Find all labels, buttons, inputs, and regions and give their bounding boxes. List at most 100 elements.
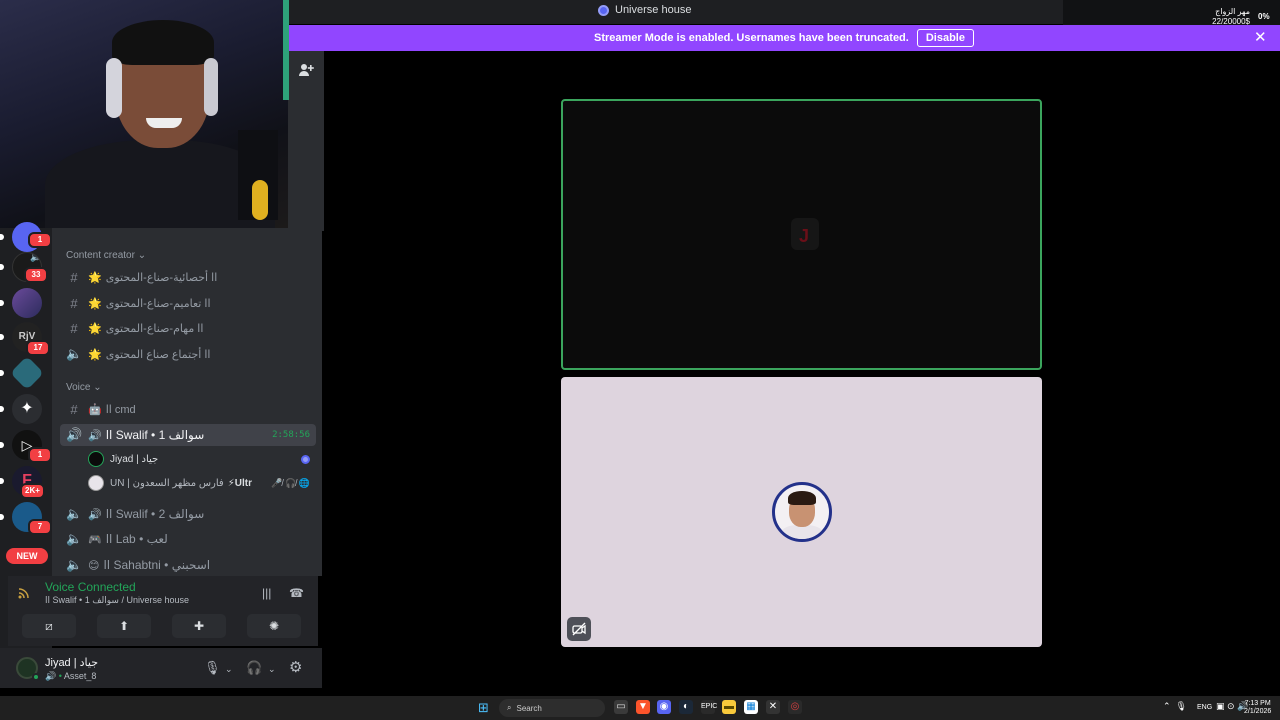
close-banner-icon[interactable]: ✕ [1254, 30, 1267, 45]
file-app-icon[interactable]: ▭ [614, 700, 628, 714]
channel-emoji: 🔊 [88, 429, 102, 442]
language-indicator[interactable]: ENG [1197, 704, 1212, 711]
channel-name: اا Swalif • سوالف 1 [105, 428, 205, 442]
channel-emoji: 🤖 [88, 403, 102, 416]
gear-icon[interactable]: ⚙ [289, 658, 302, 676]
tiktok-logo-svg: J [791, 218, 819, 250]
screen-share-button[interactable]: ⬆ [97, 614, 151, 638]
discord-app-icon[interactable]: ◉ [657, 700, 671, 714]
brave-browser-icon[interactable]: ▼ [636, 700, 650, 714]
obs-app-icon[interactable]: ◎ [788, 700, 802, 714]
webcam-smile [146, 118, 182, 128]
streamer-mode-banner: Streamer Mode is enabled. Usernames have… [288, 25, 1280, 51]
channel-emoji: 😊 [88, 559, 100, 572]
file-explorer-icon[interactable]: ▬ [722, 700, 736, 714]
channel-stats[interactable]: # 🌟 اا أحصائية-صناع-المحتوى [60, 266, 316, 288]
avatar [88, 451, 104, 467]
windows-start-icon[interactable]: ⊞ [478, 701, 492, 715]
online-status-icon [32, 673, 40, 681]
channel-announcements[interactable]: # 🌟 اا تعاميم-صناع-المحتوى [60, 292, 316, 314]
voice-channel-icon: 🔈 [66, 531, 83, 546]
chevron-down-icon[interactable]: ⌄ [225, 664, 233, 675]
noise-suppression-icon[interactable]: ||| [262, 586, 271, 600]
member-name: Jiyad | جياد [110, 453, 159, 465]
category-voice[interactable]: Voice ⌄ [66, 382, 102, 393]
add-member-icon[interactable] [298, 62, 314, 78]
voice-channel-icon: 🔈 [66, 506, 83, 521]
channel-name: اا Sahabtni • اسحبني [103, 558, 211, 572]
voice-channel-swalif-1[interactable]: 🔊 🔊 اا Swalif • سوالف 1 2:58:56 [60, 424, 316, 446]
channel-name: اا Lab • لعب [105, 532, 168, 546]
user-status: 🔊 • Asset_8 [45, 671, 96, 682]
donation-goal-name: مهر الزواج [1215, 7, 1250, 16]
mic-icon[interactable]: 🎙 [204, 660, 221, 676]
channel-cmd[interactable]: # 🤖 اا cmd [60, 398, 316, 420]
webcam-mic [252, 180, 268, 220]
camera-off-icon: ⧄ [45, 618, 53, 633]
epic-games-icon[interactable]: EPIC [701, 700, 717, 714]
soundboard-icon: ✺ [268, 619, 280, 633]
category-label: Content creator [66, 250, 135, 261]
text-channel-icon: # [70, 320, 78, 336]
channel-name: اا تعاميم-صناع-المحتوى [105, 297, 211, 310]
camera-off-button[interactable]: ⧄ [22, 614, 76, 638]
connection-signal-icon[interactable] [18, 587, 32, 601]
channel-emoji: 🌟 [88, 322, 102, 335]
voice-channel-sahabtni[interactable]: 🔈 😊 اا Sahabtni • اسحبني [60, 554, 316, 576]
channel-emoji: 🌟 [88, 271, 102, 284]
clock-date: 2/1/2026 [1244, 708, 1272, 715]
disable-streamer-mode-button[interactable]: Disable [916, 29, 974, 47]
headphones-icon[interactable]: 🎧 [246, 660, 262, 676]
activities-button[interactable]: ✚ [172, 614, 226, 638]
banner-text: Streamer Mode is enabled. Usernames have… [594, 32, 909, 44]
text-channel-icon: # [70, 269, 78, 285]
server-icon [598, 4, 609, 16]
voice-channel-location[interactable]: اا Swalif • سوالف 1 / Universe house [45, 595, 189, 606]
voice-member[interactable]: UN | فارس مظهر السعدون ⚡Ultr 🎤̸ 🎧̸ 🌐 [88, 473, 318, 493]
status-icons: 🔊 • [45, 671, 64, 681]
activities-icon: ✚ [193, 619, 205, 633]
voice-channel-icon: 🔈 [66, 346, 83, 361]
member-tag: ⚡Ultr [227, 477, 252, 489]
signal-svg [18, 588, 29, 599]
chevron-down-icon: ⌄ [137, 250, 147, 261]
chevron-down-icon[interactable]: ⌄ [268, 664, 276, 675]
channel-name: اا مهام-صناع-المحتوى [105, 322, 204, 335]
channel-emoji: 🌟 [88, 297, 102, 310]
server-badge-1: 1 [28, 232, 52, 248]
taskbar-clock[interactable]: 7:13 PM 2/1/2026 [1244, 700, 1271, 716]
muted-deafened-icons: 🎤̸ 🎧̸ 🌐 [271, 477, 310, 488]
channel-name: اا cmd [105, 403, 136, 416]
server-icon-6[interactable]: ✦ [12, 394, 42, 424]
taskbar-search[interactable]: ⌕ Search [499, 699, 605, 717]
user-status-text: Asset_8 [63, 671, 97, 681]
window-title-text: Universe house [615, 4, 692, 16]
voice-channel-swalif-2[interactable]: 🔈 🔊 اا Swalif • سوالف 2 [60, 503, 316, 525]
channel-tasks[interactable]: # 🌟 اا مهام-صناع-المحتوى [60, 317, 316, 339]
voice-connected-label[interactable]: Voice Connected [45, 580, 136, 594]
add-member-svg [299, 64, 314, 76]
disconnect-icon[interactable]: ☎ [289, 586, 304, 600]
channel-name: اا أحصائية-صناع-المحتوى [105, 271, 218, 284]
steam-app-icon[interactable]: ◐ [679, 700, 693, 714]
store-app-icon[interactable]: ▦ [744, 700, 758, 714]
terminal-app-icon[interactable]: ✕ [766, 700, 780, 714]
camera-off-indicator-icon[interactable] [567, 617, 591, 641]
system-tray-icons[interactable]: ⌃ 🎙 [1163, 701, 1187, 712]
server-badge-7: 1 [28, 447, 52, 463]
channel-emoji: 🔊 [88, 508, 102, 521]
channel-meeting[interactable]: 🔈 🌟 اا أجتماع صناع المحتوى [60, 343, 316, 365]
camera-off-svg [572, 622, 586, 636]
participant-avatar [772, 482, 832, 542]
user-name[interactable]: Jiyad | جياد [45, 656, 98, 669]
server-icon-3[interactable] [12, 288, 42, 318]
search-label: Search [516, 703, 542, 713]
voice-channel-lab[interactable]: 🔈 🎮 اا Lab • لعب [60, 528, 316, 550]
channel-name: اا Swalif • سوالف 2 [105, 507, 205, 521]
new-servers-pill[interactable]: NEW [6, 548, 48, 564]
text-channel-icon: # [70, 401, 78, 417]
speaker-icon: 🔊 [30, 252, 42, 262]
voice-member[interactable]: Jiyad | جياد [88, 449, 318, 469]
category-content-creator[interactable]: Content creator ⌄ [66, 250, 146, 261]
soundboard-button[interactable]: ✺ [247, 614, 301, 638]
